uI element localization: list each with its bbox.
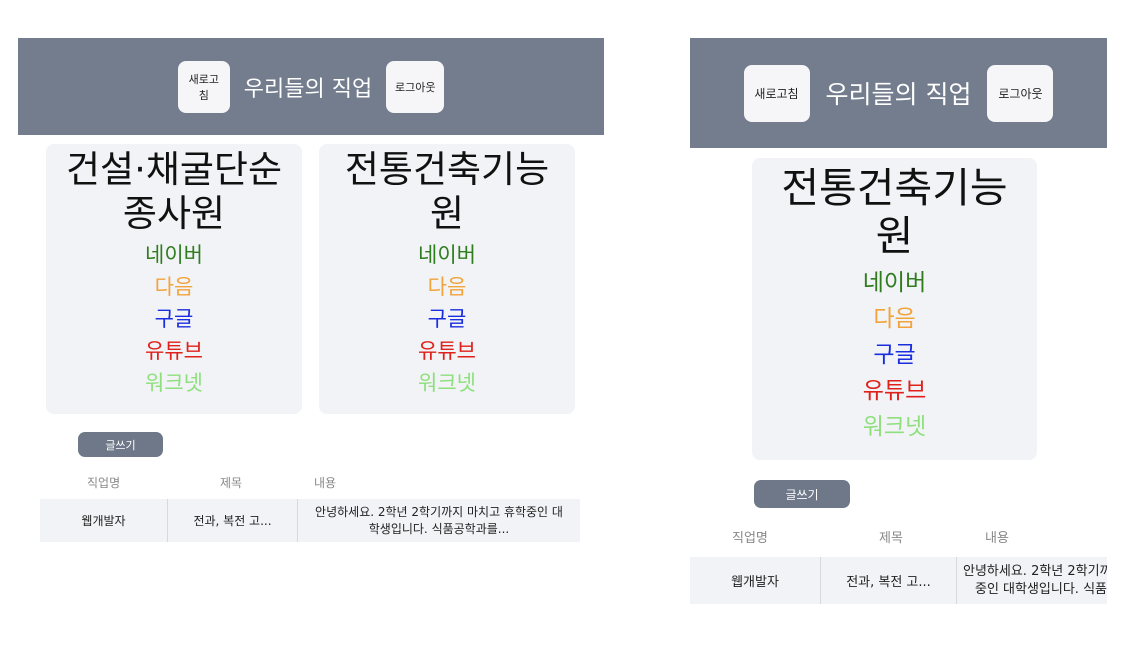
column-header-content: 내용 xyxy=(985,531,1009,546)
worknet-link[interactable]: 워크넷 xyxy=(418,367,476,399)
row-title: 전과, 복전 고... xyxy=(821,557,957,604)
youtube-link[interactable]: 유튜브 xyxy=(418,335,476,367)
job-title: 건설·채굴단순 종사원 xyxy=(66,148,282,235)
job-title-line: 전통건축기능 xyxy=(781,164,1008,212)
column-header-content: 내용 xyxy=(314,476,337,490)
daum-link[interactable]: 다음 xyxy=(145,271,203,303)
row-content: 안녕하세요. 2학년 2학기까지 마치고 휴학 중인 대학생입니다. 식품공학과… xyxy=(957,557,1107,604)
row-title: 전과, 복전 고... xyxy=(168,499,298,542)
job-card[interactable]: 전통건축기능 원 네이버 다음 구글 유튜브 워크넷 xyxy=(752,158,1037,460)
google-link[interactable]: 구글 xyxy=(418,303,476,335)
google-link[interactable]: 구글 xyxy=(863,337,926,373)
narrow-view: 새로고침 우리들의 직업 로그아웃 전통건축기능 원 네이버 다음 구글 유튜브… xyxy=(690,0,1107,662)
wide-view: 새로고침 우리들의 직업 로그아웃 건설·채굴단순 종사원 네이버 다음 구글 … xyxy=(0,0,620,662)
youtube-link[interactable]: 유튜브 xyxy=(145,335,203,367)
row-content: 안녕하세요. 2학년 2학기까지 마치고 휴학중인 대 학생입니다. 식품공학과… xyxy=(298,499,580,542)
job-card[interactable]: 전통건축기능 원 네이버 다음 구글 유튜브 워크넷 xyxy=(319,144,575,414)
job-title: 전통건축기능 원 xyxy=(781,164,1007,261)
worknet-link[interactable]: 워크넷 xyxy=(145,367,203,399)
job-title-line: 전통건축기능 xyxy=(344,148,550,191)
job-title-line: 원 xyxy=(875,212,914,261)
worknet-link[interactable]: 워크넷 xyxy=(863,409,926,445)
naver-link[interactable]: 네이버 xyxy=(145,239,203,271)
row-content-line: 안녕하세요. 2학년 2학기까지 마치고 휴학 xyxy=(963,563,1107,579)
daum-link[interactable]: 다음 xyxy=(418,271,476,303)
job-card[interactable]: 건설·채굴단순 종사원 네이버 다음 구글 유튜브 워크넷 xyxy=(46,144,302,414)
job-title-line: 건설·채굴단순 xyxy=(65,148,282,191)
row-job: 웹개발자 xyxy=(690,557,821,604)
write-button[interactable]: 글쓰기 xyxy=(78,432,163,457)
page-title: 우리들의 직업 xyxy=(825,80,972,109)
table-row[interactable]: 웹개발자 전과, 복전 고... 안녕하세요. 2학년 2학기까지 마치고 휴학… xyxy=(690,557,1107,604)
row-content-line: 안녕하세요. 2학년 2학기까지 마치고 휴학중인 대 xyxy=(315,504,563,519)
column-header-job: 직업명 xyxy=(87,476,121,490)
table-row[interactable]: 웹개발자 전과, 복전 고... 안녕하세요. 2학년 2학기까지 마치고 휴학… xyxy=(40,499,580,542)
column-header-title: 제목 xyxy=(879,531,903,546)
logout-button[interactable]: 로그아웃 xyxy=(386,60,445,113)
logout-button[interactable]: 로그아웃 xyxy=(987,64,1054,122)
row-content-line: 중인 대학생입니다. 식품공학과를... xyxy=(975,581,1107,597)
row-content-line: 학생입니다. 식품공학과를... xyxy=(368,521,510,536)
row-job: 웹개발자 xyxy=(40,499,168,542)
app-header: 새로고침 우리들의 직업 로그아웃 xyxy=(18,38,604,135)
page-title: 우리들의 직업 xyxy=(243,76,373,102)
job-title-line: 원 xyxy=(429,191,465,235)
refresh-button[interactable]: 새로고침 xyxy=(177,60,230,113)
naver-link[interactable]: 네이버 xyxy=(418,239,476,271)
job-title: 전통건축기능 원 xyxy=(345,148,549,235)
naver-link[interactable]: 네이버 xyxy=(863,265,926,301)
write-button[interactable]: 글쓰기 xyxy=(754,480,850,508)
column-header-title: 제목 xyxy=(220,476,243,490)
daum-link[interactable]: 다음 xyxy=(863,301,926,337)
job-title-line: 종사원 xyxy=(122,191,226,235)
youtube-link[interactable]: 유튜브 xyxy=(863,373,926,409)
refresh-button[interactable]: 새로고침 xyxy=(743,64,810,122)
column-header-job: 직업명 xyxy=(732,531,768,546)
app-header: 새로고침 우리들의 직업 로그아웃 xyxy=(690,38,1107,148)
google-link[interactable]: 구글 xyxy=(145,303,203,335)
